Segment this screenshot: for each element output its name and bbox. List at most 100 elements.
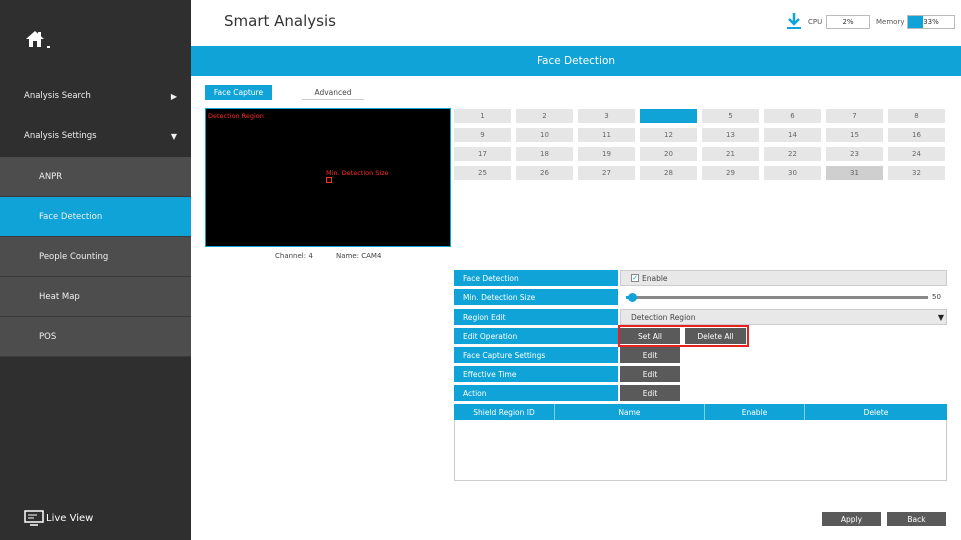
min-detection-size-row-label: Min. Detection Size (454, 289, 618, 305)
channel-button-6[interactable]: 6 (764, 109, 821, 123)
region-edit-label: Region Edit (454, 309, 618, 325)
channel-button-12[interactable]: 12 (640, 128, 697, 142)
channel-button-20[interactable]: 20 (640, 147, 697, 161)
sidebar-item-label: Heat Map (39, 291, 80, 302)
channel-button-8[interactable]: 8 (888, 109, 945, 123)
sidebar-item-analysis-search[interactable]: Analysis Search ▶ (0, 76, 191, 116)
column-header: Delete (863, 407, 889, 417)
min-size-slider[interactable] (626, 296, 928, 299)
slider-handle[interactable] (628, 293, 638, 302)
sidebar: Analysis Search ▶ Analysis Settings ▼ AN… (0, 0, 191, 540)
back-button[interactable]: Back (887, 512, 946, 526)
region-edit-value: Detection Region (631, 312, 696, 322)
face-capture-settings-label: Face Capture Settings (454, 347, 618, 363)
checkbox-icon[interactable]: ✓ (631, 274, 639, 282)
sidebar-item-label: POS (39, 331, 57, 342)
channel-button-28[interactable]: 28 (640, 166, 697, 180)
sidebar-item-analysis-settings[interactable]: Analysis Settings ▼ (0, 116, 191, 156)
effective-time-edit-button[interactable]: Edit (620, 366, 680, 382)
sidebar-item-people-counting[interactable]: People Counting (0, 237, 191, 277)
channel-button-27[interactable]: 27 (578, 166, 635, 180)
action-edit-button[interactable]: Edit (620, 385, 680, 401)
effective-time-label: Effective Time (454, 366, 618, 382)
sidebar-item-pos[interactable]: POS (0, 317, 191, 357)
apply-button[interactable]: Apply (822, 512, 881, 526)
channel-button-13[interactable]: 13 (702, 128, 759, 142)
video-preview[interactable]: Detection Region Min. Detection Size (205, 108, 451, 247)
chevron-right-icon: ▶ (170, 91, 177, 101)
tab-face-capture[interactable]: Face Capture (205, 85, 272, 100)
sidebar-item-face-detection[interactable]: Face Detection (0, 197, 191, 237)
column-header: Shield Region ID (454, 404, 555, 420)
channel-info: Channel: 4 (275, 252, 313, 260)
channel-button-23[interactable]: 23 (826, 147, 883, 161)
shield-region-table-header: Shield Region ID Name Enable Delete (454, 404, 947, 420)
download-icon[interactable] (786, 12, 802, 30)
channel-button-4[interactable]: 4 (640, 109, 697, 123)
channel-button-21[interactable]: 21 (702, 147, 759, 161)
channel-button-18[interactable]: 18 (516, 147, 573, 161)
column-header: Enable (705, 404, 805, 420)
cpu-value: 2% (842, 18, 854, 26)
memory-usage: 33% (907, 15, 955, 29)
channel-button-16[interactable]: 16 (888, 128, 945, 142)
channel-button-30[interactable]: 30 (764, 166, 821, 180)
sidebar-item-label: People Counting (39, 251, 109, 262)
app-window: Analysis Search ▶ Analysis Settings ▼ AN… (0, 0, 961, 540)
home-icon[interactable] (24, 28, 58, 50)
enable-checkbox[interactable]: ✓ Enable (620, 270, 947, 286)
edit-operation-label: Edit Operation (454, 328, 618, 344)
cpu-label: CPU (808, 18, 823, 26)
action-label: Action (454, 385, 618, 401)
channel-button-17[interactable]: 17 (454, 147, 511, 161)
sidebar-item-label: ANPR (39, 171, 63, 182)
live-view-button[interactable]: Live View (24, 510, 93, 526)
sidebar-item-label: Analysis Settings (24, 131, 97, 141)
memory-value: 33% (923, 18, 939, 26)
sidebar-item-label: Analysis Search (24, 91, 91, 101)
delete-all-button[interactable]: Delete All (685, 328, 746, 344)
channel-button-9[interactable]: 9 (454, 128, 511, 142)
memory-bar-fill (908, 16, 924, 28)
region-edit-select[interactable]: Detection Region ▼ (620, 309, 947, 325)
monitor-icon (24, 510, 44, 526)
section-header: Face Detection (191, 46, 961, 76)
channel-button-31[interactable]: 31 (826, 166, 883, 180)
channel-button-19[interactable]: 19 (578, 147, 635, 161)
cpu-usage: 2% (826, 15, 870, 29)
page-title: Smart Analysis (224, 12, 336, 30)
channel-button-10[interactable]: 10 (516, 128, 573, 142)
live-view-label: Live View (46, 512, 94, 524)
channel-button-14[interactable]: 14 (764, 128, 821, 142)
channel-button-29[interactable]: 29 (702, 166, 759, 180)
face-detection-label: Face Detection (454, 270, 618, 286)
set-all-button[interactable]: Set All (620, 328, 680, 344)
channel-button-7[interactable]: 7 (826, 109, 883, 123)
channel-button-25[interactable]: 25 (454, 166, 511, 180)
min-size-value: 50 (932, 293, 941, 301)
min-detection-size-label: Min. Detection Size (326, 169, 389, 177)
channel-button-32[interactable]: 32 (888, 166, 945, 180)
channel-button-1[interactable]: 1 (454, 109, 511, 123)
tab-advanced[interactable]: Advanced (302, 85, 364, 100)
channel-button-11[interactable]: 11 (578, 128, 635, 142)
sidebar-item-heat-map[interactable]: Heat Map (0, 277, 191, 317)
channel-button-3[interactable]: 3 (578, 109, 635, 123)
chevron-down-icon: ▼ (170, 131, 177, 141)
enable-label: Enable (642, 273, 668, 283)
sidebar-item-anpr[interactable]: ANPR (0, 157, 191, 197)
detection-region-label: Detection Region (208, 112, 264, 120)
channel-button-22[interactable]: 22 (764, 147, 821, 161)
dropdown-caret-icon: ▼ (937, 313, 944, 322)
channel-button-5[interactable]: 5 (702, 109, 759, 123)
camera-name: Name: CAM4 (336, 252, 382, 260)
channel-button-24[interactable]: 24 (888, 147, 945, 161)
channel-button-26[interactable]: 26 (516, 166, 573, 180)
shield-region-table-body (454, 420, 947, 481)
face-capture-edit-button[interactable]: Edit (620, 347, 680, 363)
section-title: Face Detection (536, 55, 616, 67)
min-detection-size-box[interactable] (326, 177, 332, 183)
channel-button-2[interactable]: 2 (516, 109, 573, 123)
sidebar-item-label: Face Detection (39, 211, 103, 222)
channel-button-15[interactable]: 15 (826, 128, 883, 142)
